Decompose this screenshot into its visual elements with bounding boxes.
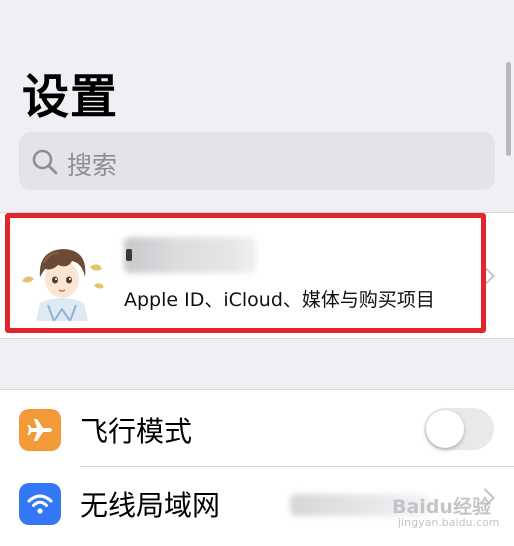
settings-screen: 设置 搜索 Apple ID、iCloud、媒体与购买项目 飞行模式 无线局域网… — [0, 0, 514, 546]
baidu-watermark: Baidu经验 — [392, 496, 491, 518]
search-bar[interactable]: 搜索 — [19, 132, 495, 190]
airplane-mode-toggle[interactable] — [424, 408, 494, 450]
setting-row-airplane-mode[interactable]: 飞行模式 — [0, 392, 514, 467]
setting-label: 飞行模式 — [80, 415, 193, 448]
setting-label: 无线局域网 — [80, 489, 221, 522]
page-title: 设置 — [22, 70, 118, 125]
wifi-icon — [19, 483, 61, 525]
search-icon — [32, 149, 58, 175]
scrollbar[interactable] — [506, 62, 511, 156]
highlight-annotation — [5, 213, 486, 333]
airplane-icon — [19, 409, 61, 451]
toggle-knob — [426, 410, 464, 448]
baidu-watermark-url: jingyan.baidu.com — [398, 516, 500, 529]
search-placeholder: 搜索 — [67, 151, 118, 180]
